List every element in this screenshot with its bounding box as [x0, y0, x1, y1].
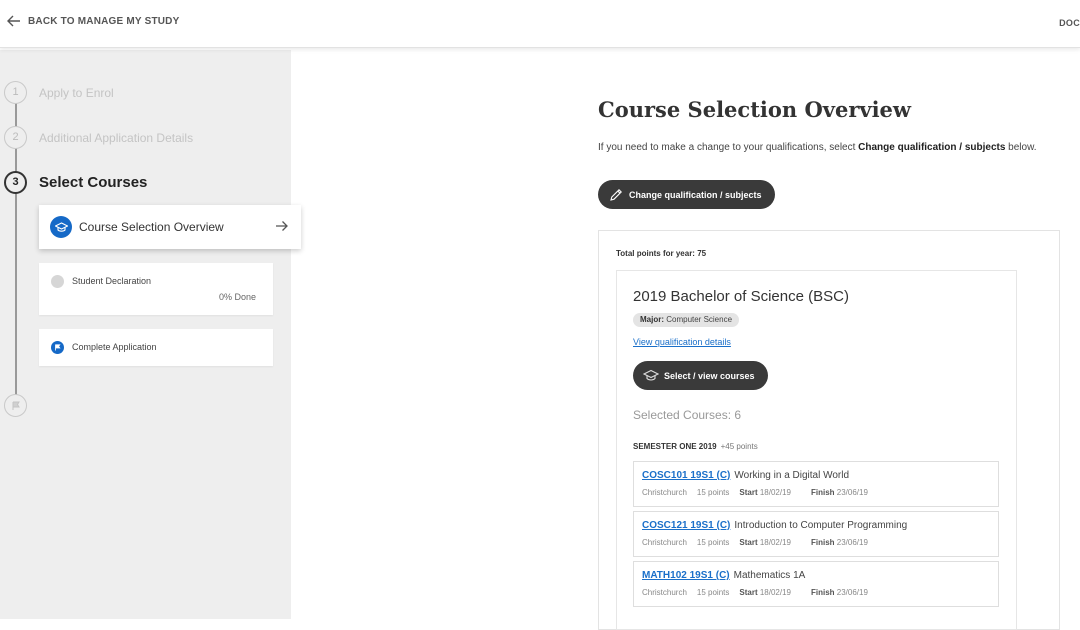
major-value: Computer Science [664, 315, 733, 324]
start-date: 18/02/19 [759, 588, 791, 597]
course-start: Start 18/02/19 [739, 488, 801, 497]
page-title: Course Selection Overview [598, 97, 912, 122]
substep-complete-application[interactable]: Complete Application [39, 329, 273, 366]
course-name: Working in a Digital World [734, 470, 850, 481]
selected-courses-count: Selected Courses: 6 [633, 408, 742, 422]
course-details-line: Christchurch 15 points Start 18/02/19 Finis… [642, 538, 888, 547]
semester-points: +45 points [720, 442, 758, 451]
substep-complete-label: Complete Application [72, 342, 157, 352]
finish-label: Finish [810, 588, 835, 597]
step-3-label[interactable]: Select Courses [39, 174, 147, 191]
course-row: COSC101 19S1 (C) Working in a Digital Wor… [633, 461, 999, 507]
total-points: Total points for year: 75 [616, 249, 707, 258]
course-name: Mathematics 1A [733, 570, 806, 581]
top-bar: BACK TO MANAGE MY STUDY DOC [0, 0, 1080, 48]
intro-text-start: If you need to make a change to your qua… [598, 142, 859, 153]
arrow-right-icon [276, 221, 288, 231]
step-2-label[interactable]: Additional Application Details [39, 131, 193, 145]
finish-date: 23/06/19 [836, 588, 868, 597]
course-points: 15 points [696, 588, 730, 597]
graduation-cap-icon [50, 216, 72, 238]
course-finish: Finish 23/06/19 [811, 538, 878, 547]
flag-icon [12, 401, 20, 410]
course-code-link[interactable]: MATH102 19S1 (C) [642, 570, 730, 581]
start-label: Start [739, 538, 758, 547]
course-points: 15 points [696, 488, 730, 497]
step-1-label[interactable]: Apply to Enrol [39, 86, 114, 100]
start-date: 18/02/19 [759, 538, 791, 547]
course-finish: Finish 23/06/19 [811, 488, 878, 497]
change-qualification-label: Change qualification / subjects [629, 189, 762, 200]
flag-icon [51, 341, 64, 354]
arrow-left-icon [7, 15, 20, 27]
start-label: Start [739, 588, 758, 597]
course-name: Introduction to Computer Programming [734, 520, 908, 531]
substep-overview-label: Course Selection Overview [79, 220, 224, 234]
substep-declaration-label: Student Declaration [72, 276, 152, 286]
course-start: Start 18/02/19 [739, 588, 801, 597]
course-start: Start 18/02/19 [739, 538, 801, 547]
course-title-line: MATH102 19S1 (C) Mathematics 1A [642, 570, 805, 581]
status-dot-icon [51, 275, 64, 288]
finish-date: 23/06/19 [836, 488, 868, 497]
course-points: 15 points [696, 538, 730, 547]
step-1-number: 1 [4, 81, 27, 104]
select-view-courses-button[interactable]: Select / view courses [633, 361, 768, 390]
semester-heading: SEMESTER ONE 2019 +45 points [633, 442, 758, 451]
step-2-number: 2 [4, 126, 27, 149]
start-label: Start [739, 488, 758, 497]
course-code-link[interactable]: COSC101 19S1 (C) [642, 470, 730, 481]
back-link-label: BACK TO MANAGE MY STUDY [28, 15, 180, 27]
qualification-title: 2019 Bachelor of Science (BSC) [633, 288, 849, 305]
substep-course-selection-overview[interactable]: Course Selection Overview [39, 205, 301, 249]
finish-label: Finish [810, 538, 835, 547]
major-badge: Major: Computer Science [633, 313, 740, 327]
course-code-link[interactable]: COSC121 19S1 (C) [642, 520, 730, 531]
view-qualification-details-link[interactable]: View qualification details [633, 337, 731, 347]
substep-declaration-progress: 0% Done [218, 292, 256, 302]
documents-link[interactable]: DOC [1059, 18, 1080, 28]
finish-label: Finish [810, 488, 835, 497]
pencil-icon [610, 188, 622, 201]
course-title-line: COSC101 19S1 (C) Working in a Digital Wor… [642, 470, 849, 481]
rail-end-marker [4, 394, 27, 417]
intro-text-emphasis: Change qualification / subjects [858, 142, 1006, 153]
course-details-line: Christchurch 15 points Start 18/02/19 Finis… [642, 588, 888, 597]
change-qualification-button[interactable]: Change qualification / subjects [598, 180, 775, 209]
course-details-line: Christchurch 15 points Start 18/02/19 Finis… [642, 488, 888, 497]
back-to-manage-study-link[interactable]: BACK TO MANAGE MY STUDY [6, 13, 179, 29]
course-row: MATH102 19S1 (C) Mathematics 1A Christchur… [633, 561, 999, 607]
course-title-line: COSC121 19S1 (C) Introduction to Computer… [642, 520, 907, 531]
course-location: Christchurch [642, 538, 687, 547]
select-view-courses-label: Select / view courses [664, 370, 755, 381]
intro-text: If you need to make a change to your qua… [598, 141, 1038, 154]
major-prefix: Major: [640, 315, 664, 324]
step-3-number: 3 [4, 171, 27, 194]
course-row: COSC121 19S1 (C) Introduction to Computer… [633, 511, 999, 557]
start-date: 18/02/19 [759, 488, 791, 497]
course-finish: Finish 23/06/19 [811, 588, 878, 597]
substep-student-declaration[interactable]: Student Declaration 0% Done [39, 263, 273, 315]
graduation-cap-icon [643, 369, 659, 381]
intro-text-end: below. [1005, 142, 1037, 153]
semester-name: SEMESTER ONE 2019 [633, 442, 717, 451]
course-location: Christchurch [642, 488, 687, 497]
course-location: Christchurch [642, 588, 687, 597]
finish-date: 23/06/19 [836, 538, 868, 547]
